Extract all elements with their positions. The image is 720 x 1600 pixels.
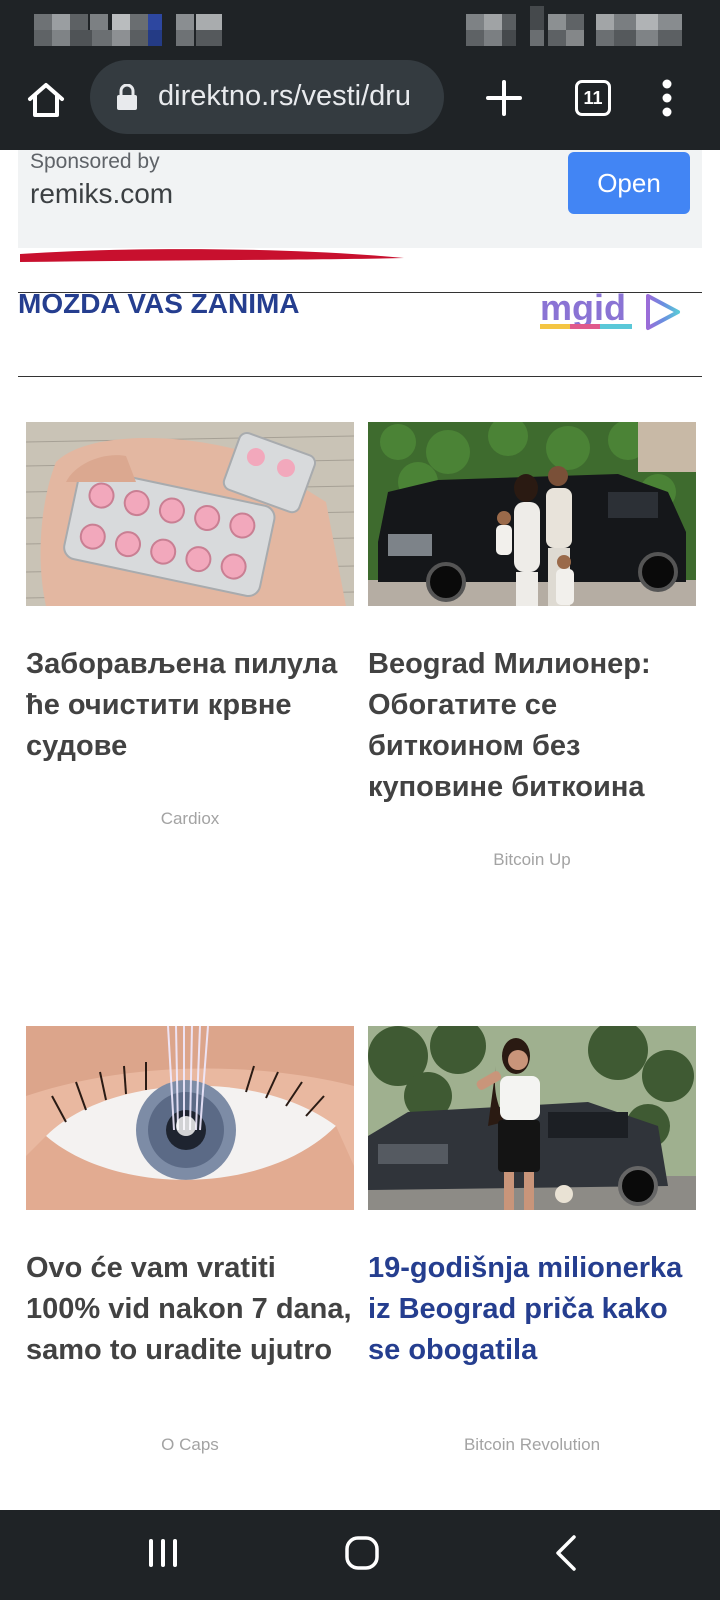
home-icon[interactable] <box>24 78 68 122</box>
address-bar[interactable]: direktno.rs/vesti/dru <box>90 60 444 134</box>
pill-blister-image <box>26 422 354 606</box>
woman-car-image <box>368 1026 696 1210</box>
status-bar-redacted-icons <box>34 6 682 46</box>
news-card[interactable]: Заборављена пилула ће очистити крвне суд… <box>26 422 354 829</box>
mgid-logo-text: mgid <box>540 290 626 328</box>
status-bar <box>0 0 720 60</box>
lock-icon <box>117 84 137 110</box>
eye-laser-image <box>26 1026 354 1210</box>
open-button[interactable]: Open <box>568 152 690 214</box>
card-title[interactable]: Beograd Милионер: Обогатите се биткоином… <box>368 644 696 808</box>
card-image-eye[interactable] <box>26 1026 354 1210</box>
card-title[interactable]: Заборављена пилула ће очистити крвне суд… <box>26 644 354 767</box>
card-source[interactable]: Bitcoin Revolution <box>368 1435 696 1455</box>
back-chevron-icon[interactable] <box>554 1534 578 1572</box>
sponsored-banner[interactable]: Sponsored by remiks.com Open <box>18 150 702 248</box>
more-vert-icon[interactable] <box>655 76 679 120</box>
home-circle-icon[interactable] <box>344 1535 380 1571</box>
mgid-logo[interactable]: mgid <box>540 290 688 338</box>
recents-icon[interactable] <box>146 1536 180 1570</box>
card-image-pills[interactable] <box>26 422 354 606</box>
section-title: MOZDA VAS ZANIMA <box>18 288 300 319</box>
card-source[interactable]: Bitcoin Up <box>368 850 696 870</box>
url-text[interactable]: direktno.rs/vesti/dru <box>158 80 436 113</box>
family-suv-image <box>368 422 696 606</box>
card-image-woman-car[interactable] <box>368 1026 696 1210</box>
tab-switcher-button[interactable]: 11 <box>575 80 611 116</box>
news-card[interactable]: Ovo će vam vratiti 100% vid nakon 7 dana… <box>26 1026 354 1455</box>
sponsored-label: Sponsored by <box>30 150 160 173</box>
ad-domain[interactable]: remiks.com <box>30 178 173 210</box>
card-image-family-car[interactable] <box>368 422 696 606</box>
card-title[interactable]: 19-godišnja milionerka iz Beograd priča … <box>368 1248 696 1371</box>
plus-icon[interactable] <box>484 78 524 118</box>
news-card[interactable]: Beograd Милионер: Обогатите се биткоином… <box>368 422 696 870</box>
browser-toolbar: direktno.rs/vesti/dru 11 <box>0 60 720 150</box>
news-card[interactable]: 19-godišnja milionerka iz Beograd priča … <box>368 1026 696 1455</box>
card-title[interactable]: Ovo će vam vratiti 100% vid nakon 7 dana… <box>26 1248 354 1371</box>
system-nav-bar <box>0 1510 720 1600</box>
section-divider-bottom <box>18 376 702 377</box>
card-source[interactable]: O Caps <box>26 1435 354 1455</box>
card-source[interactable]: Cardiox <box>26 809 354 829</box>
